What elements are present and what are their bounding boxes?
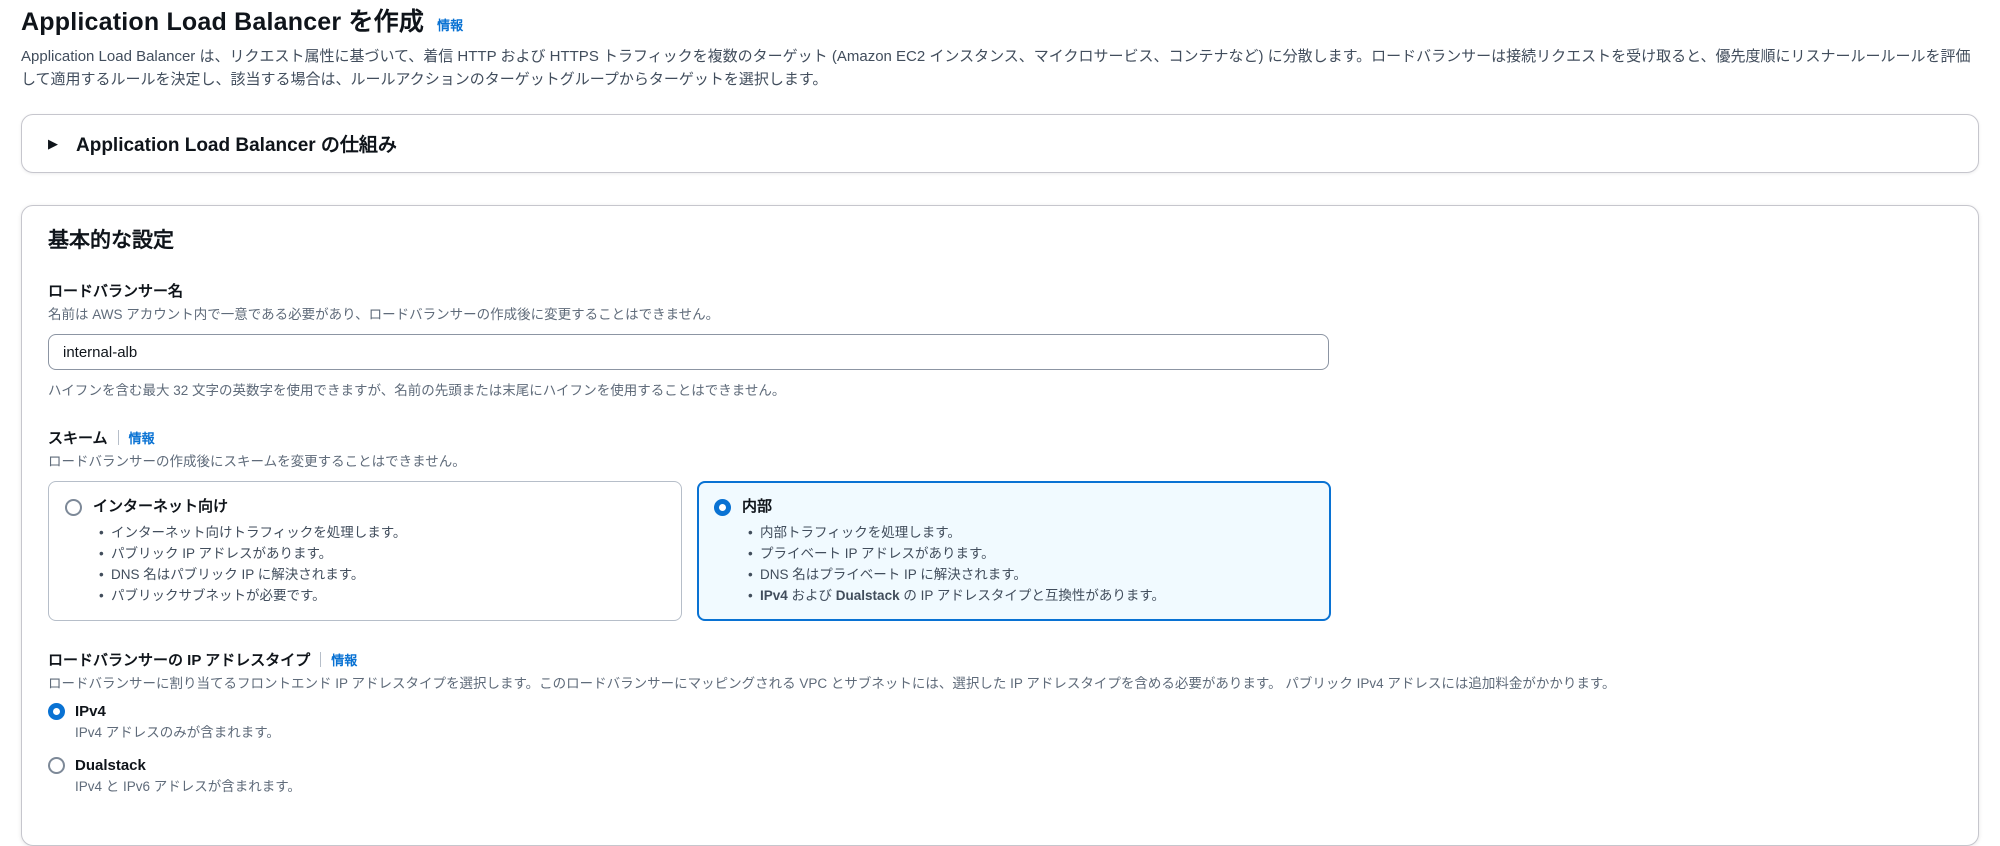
bullet-item: パブリック IP アドレスがあります。 — [99, 543, 406, 564]
load-balancer-name-description: 名前は AWS アカウント内で一意である必要があり、ロードバランサーの作成後に変… — [48, 307, 720, 322]
ip-address-type-field: ロードバランサーの IP アドレスタイプ 情報 ロードバランサーに割り当てるフロ… — [48, 649, 1952, 796]
dualstack-radio[interactable] — [48, 757, 65, 774]
title-info-link[interactable]: 情報 — [437, 15, 463, 34]
dualstack-option[interactable]: Dualstack IPv4 と IPv6 アドレスが含まれます。 — [48, 757, 1952, 796]
scheme-tiles: インターネット向け インターネット向けトラフィックを処理します。 パブリック I… — [48, 481, 1952, 621]
basic-settings-card: 基本的な設定 ロードバランサー名 名前は AWS アカウント内で一意である必要が… — [21, 205, 1979, 846]
scheme-description: ロードバランサーの作成後にスキームを変更することはできません。 — [48, 454, 466, 469]
internet-facing-content: インターネット向け インターネット向けトラフィックを処理します。 パブリック I… — [93, 496, 406, 606]
how-it-works-title: Application Load Balancer の仕組み — [76, 135, 397, 156]
how-it-works-expander[interactable]: ▶ Application Load Balancer の仕組み — [21, 114, 1979, 173]
scheme-info-link[interactable]: 情報 — [129, 428, 155, 447]
internal-radio[interactable] — [714, 499, 731, 516]
internet-facing-bullets: インターネット向けトラフィックを処理します。 パブリック IP アドレスがありま… — [93, 522, 406, 606]
dualstack-label: Dualstack — [75, 757, 146, 774]
page-title: Application Load Balancer を作成 — [21, 8, 425, 36]
bullet-item: インターネット向けトラフィックを処理します。 — [99, 522, 406, 543]
scheme-tile-internet-facing[interactable]: インターネット向け インターネット向けトラフィックを処理します。 パブリック I… — [48, 481, 682, 621]
bullet-item: プライベート IP アドレスがあります。 — [748, 543, 1165, 564]
internet-facing-label: インターネット向け — [93, 498, 229, 515]
internal-content: 内部 内部トラフィックを処理します。 プライベート IP アドレスがあります。 … — [742, 496, 1165, 606]
ipv4-description: IPv4 アドレスのみが含まれます。 — [75, 725, 280, 740]
bullet-item: IPv4 および Dualstack の IP アドレスタイプと互換性があります… — [748, 585, 1165, 606]
load-balancer-name-field: ロードバランサー名 名前は AWS アカウント内で一意である必要があり、ロードバ… — [48, 280, 1952, 399]
page-description: Application Load Balancer は、リクエスト属性に基づいて… — [21, 48, 1971, 88]
dualstack-description: IPv4 と IPv6 アドレスが含まれます。 — [75, 779, 301, 794]
ipv4-label: IPv4 — [75, 703, 106, 720]
bullet-item: パブリックサブネットが必要です。 — [99, 585, 406, 606]
page-header: Application Load Balancer を作成 情報 — [21, 2, 1979, 38]
ip-address-type-label: ロードバランサーの IP アドレスタイプ — [48, 652, 311, 669]
scheme-label: スキーム — [48, 430, 108, 447]
internal-bullets: 内部トラフィックを処理します。 プライベート IP アドレスがあります。 DNS… — [742, 522, 1165, 606]
basic-settings-heading: 基本的な設定 — [48, 229, 174, 252]
load-balancer-name-label: ロードバランサー名 — [48, 283, 184, 300]
create-alb-page: Application Load Balancer を作成 情報 Applica… — [0, 0, 2000, 846]
load-balancer-name-input[interactable] — [48, 334, 1329, 370]
bullet-item: DNS 名はプライベート IP に解決されます。 — [748, 564, 1165, 585]
scheme-tile-internal[interactable]: 内部 内部トラフィックを処理します。 プライベート IP アドレスがあります。 … — [697, 481, 1331, 621]
ip-address-type-info-link[interactable]: 情報 — [331, 650, 357, 669]
caret-right-icon: ▶ — [48, 136, 58, 151]
ipv4-radio[interactable] — [48, 703, 65, 720]
scheme-field: スキーム 情報 ロードバランサーの作成後にスキームを変更することはできません。 … — [48, 427, 1952, 621]
bullet-item: 内部トラフィックを処理します。 — [748, 522, 1165, 543]
bullet-item: DNS 名はパブリック IP に解決されます。 — [99, 564, 406, 585]
ip-address-type-description: ロードバランサーに割り当てるフロントエンド IP アドレスタイプを選択します。こ… — [48, 676, 1616, 691]
internet-facing-radio[interactable] — [65, 499, 82, 516]
internal-label: 内部 — [742, 498, 773, 515]
label-divider — [117, 430, 119, 445]
load-balancer-name-constraint: ハイフンを含む最大 32 文字の英数字を使用できますが、名前の先頭または末尾にハ… — [48, 383, 786, 398]
ipv4-option[interactable]: IPv4 IPv4 アドレスのみが含まれます。 — [48, 703, 1952, 742]
label-divider — [320, 652, 322, 667]
